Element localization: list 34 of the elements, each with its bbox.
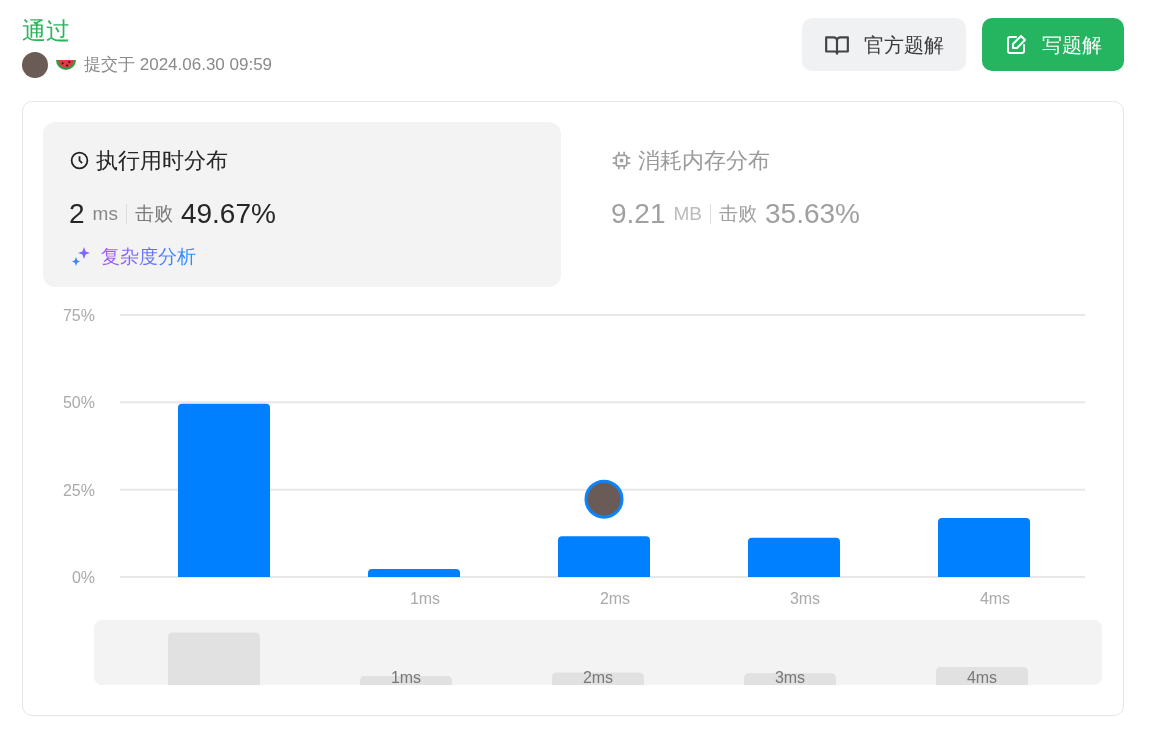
x-axis-label: 2ms xyxy=(599,590,631,607)
official-solution-button[interactable]: 官方题解 xyxy=(802,18,966,71)
y-axis-label: 0% xyxy=(71,569,95,586)
overview-label: 4ms xyxy=(966,669,998,685)
avatar xyxy=(22,52,48,78)
metric-value: 9.21 xyxy=(611,197,666,231)
beats-percent: 35.63% xyxy=(765,197,860,231)
x-axis-label: 3ms xyxy=(789,590,821,607)
metric-value: 2 xyxy=(69,197,85,231)
overview-label: 1ms xyxy=(390,669,422,685)
clock-icon xyxy=(69,150,90,171)
metric-unit: MB xyxy=(673,201,702,226)
submission-time: 提交于 2024.06.30 09:59 xyxy=(84,54,273,77)
tab-title: 执行用时分布 xyxy=(96,147,228,175)
beats-label: 击败 xyxy=(719,201,757,226)
memory-tab[interactable]: 消耗内存分布 9.21 MB 击败 35.63% xyxy=(585,122,1103,287)
x-axis-label: 4ms xyxy=(979,590,1011,607)
tab-title: 消耗内存分布 xyxy=(638,147,770,175)
y-axis-label: 25% xyxy=(62,481,95,499)
overview-label: 3ms xyxy=(774,669,806,685)
chip-icon xyxy=(611,150,632,171)
overview-label: 2ms xyxy=(582,669,614,685)
edit-icon xyxy=(1004,32,1028,57)
y-axis-label: 50% xyxy=(62,394,95,412)
metric-unit: ms xyxy=(92,201,118,226)
x-axis-label: 1ms xyxy=(409,590,441,607)
runtime-tab[interactable]: 执行用时分布 2 ms 击败 49.67% 复杂度分析 xyxy=(43,122,561,287)
y-axis-label: 75% xyxy=(62,307,95,324)
beats-label: 击败 xyxy=(134,201,173,226)
watermelon-icon xyxy=(56,60,76,70)
status-text: 通过 xyxy=(22,16,71,46)
beats-percent: 49.67% xyxy=(180,197,276,231)
avatar-marker xyxy=(584,479,624,519)
write-solution-button[interactable]: 写题解 xyxy=(982,18,1124,71)
